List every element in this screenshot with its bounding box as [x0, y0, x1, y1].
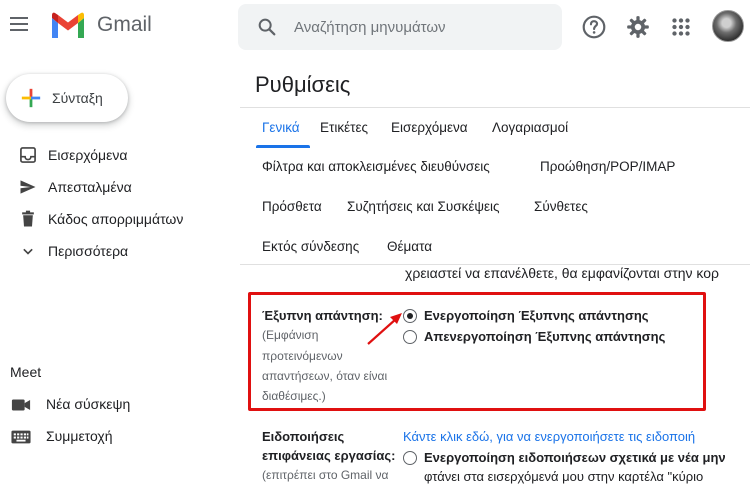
- sidebar-item-label: Κάδος απορριμμάτων: [48, 211, 184, 227]
- settings-gear-icon[interactable]: [625, 14, 651, 40]
- meet-new-meeting[interactable]: Νέα σύσκεψη: [0, 390, 230, 418]
- annotation-highlight-box: [248, 292, 706, 411]
- sidebar-item-trash[interactable]: Κάδος απορριμμάτων: [0, 204, 230, 234]
- menu-icon-bar: [10, 23, 28, 25]
- notifications-on-radio[interactable]: [403, 451, 417, 465]
- tab-general[interactable]: Γενικά: [262, 120, 300, 135]
- previous-setting-text: χρειαστεί να επανέλθετε, θα εμφανίζονται…: [405, 265, 720, 281]
- help-icon[interactable]: [581, 14, 607, 40]
- meet-item-label: Νέα σύσκεψη: [46, 396, 131, 412]
- brand-name: Gmail: [97, 13, 152, 36]
- apps-grid-icon[interactable]: [668, 14, 694, 40]
- video-icon: [11, 399, 31, 411]
- chevron-down-icon: [23, 248, 33, 255]
- tab-labels[interactable]: Ετικέτες: [320, 120, 368, 135]
- sidebar-item-label: Περισσότερα: [48, 243, 129, 259]
- keyboard-icon: [11, 430, 31, 444]
- annotation-arrow-icon: [367, 313, 402, 345]
- sidebar-item-label: Εισερχόμενα: [48, 147, 128, 163]
- notifications-on-label-cont: φτάνει στα εισερχόμενά μου στην καρτέλα …: [424, 469, 704, 484]
- sidebar-item-sent[interactable]: Απεσταλμένα: [0, 172, 230, 202]
- tab-filters[interactable]: Φίλτρα και αποκλεισμένες διευθύνσεις: [262, 159, 490, 174]
- main-menu-button[interactable]: [8, 12, 32, 36]
- title-divider: [240, 107, 750, 108]
- meet-join[interactable]: Συμμετοχή: [0, 422, 230, 450]
- notifications-desc: (επιτρέπει στο Gmail να: [262, 468, 389, 482]
- tab-addons[interactable]: Πρόσθετα: [262, 199, 322, 214]
- notifications-label-line1: Ειδοποιήσεις: [262, 429, 345, 444]
- tab-advanced[interactable]: Σύνθετες: [534, 199, 588, 214]
- tab-chat-meet[interactable]: Συζητήσεις και Συσκέψεις: [347, 199, 500, 214]
- meet-section-title: Meet: [10, 364, 42, 380]
- search-icon[interactable]: [256, 16, 278, 38]
- sidebar-item-inbox[interactable]: Εισερχόμενα: [0, 140, 230, 170]
- notifications-on-label[interactable]: Ενεργοποίηση ειδοποιήσεων σχετικά με νέα…: [424, 450, 726, 465]
- inbox-icon: [20, 147, 36, 163]
- page-title: Ρυθμίσεις: [255, 72, 351, 97]
- menu-icon-bar: [10, 29, 28, 31]
- account-avatar[interactable]: [712, 10, 744, 42]
- send-icon: [20, 180, 36, 194]
- tab-themes[interactable]: Θέματα: [387, 239, 432, 254]
- meet-item-label: Συμμετοχή: [46, 428, 113, 444]
- plus-icon: [21, 88, 41, 108]
- search-bar[interactable]: [238, 4, 562, 50]
- sidebar-item-label: Απεσταλμένα: [48, 179, 132, 195]
- trash-icon: [22, 210, 34, 227]
- compose-label: Σύνταξη: [52, 90, 103, 106]
- tab-offline[interactable]: Εκτός σύνδεσης: [262, 239, 359, 254]
- tab-accounts[interactable]: Λογαριασμοί: [492, 120, 568, 135]
- notifications-label-line2: επιφάνειας εργασίας:: [262, 448, 396, 463]
- menu-icon: [10, 17, 28, 19]
- tab-forwarding[interactable]: Προώθηση/POP/IMAP: [540, 159, 675, 174]
- tab-inbox[interactable]: Εισερχόμενα: [391, 120, 468, 135]
- sidebar-item-more[interactable]: Περισσότερα: [0, 236, 230, 266]
- enable-notifications-link[interactable]: Κάντε κλικ εδώ, για να ενεργοποιήσετε τι…: [403, 429, 695, 444]
- gmail-logo-icon[interactable]: [50, 12, 86, 40]
- search-input[interactable]: [294, 15, 544, 39]
- top-bar: Gmail: [0, 0, 750, 56]
- active-tab-indicator: [256, 145, 310, 148]
- compose-button[interactable]: Σύνταξη: [6, 74, 128, 122]
